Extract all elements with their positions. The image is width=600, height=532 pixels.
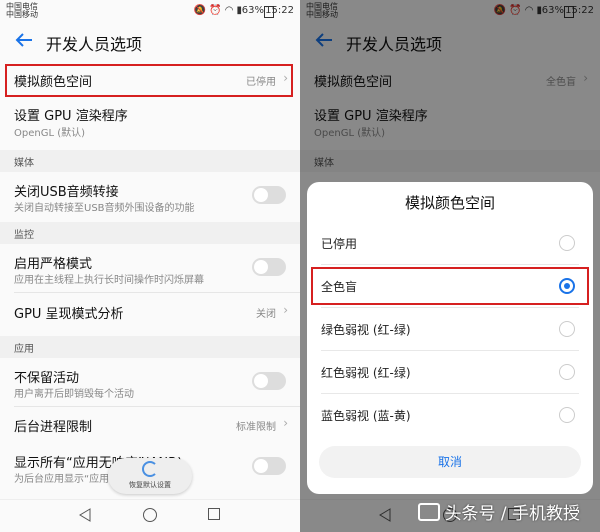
watermark-text: 头条号 / 手机教授	[444, 504, 580, 524]
setting-label: 关闭USB音频转接	[14, 185, 119, 200]
radio-icon[interactable]	[559, 321, 575, 337]
setting-label: GPU 呈现模式分析	[14, 307, 124, 322]
option-protanomaly[interactable]: 红色弱视 (红-绿)	[307, 351, 593, 393]
nav-home-icon[interactable]	[143, 508, 157, 522]
setting-value: 标准限制	[236, 422, 276, 433]
right-screen: 中国电信 中国移动 🔕 ⏰ ◠ ▮ 63% 15:22 开发人员选项 模拟颜色空…	[300, 0, 600, 532]
nav-bar	[0, 499, 300, 532]
setting-label: 后台进程限制	[14, 420, 93, 435]
toutiao-logo-icon	[418, 503, 441, 521]
refresh-icon	[142, 461, 158, 477]
highlight-box	[311, 267, 589, 305]
option-label: 已停用	[321, 237, 358, 251]
section-label: 媒体	[14, 158, 34, 169]
setting-gpu-renderer[interactable]: 设置 GPU 渲染程序 OpenGL (默认)	[0, 98, 300, 142]
divider	[14, 292, 300, 293]
setting-sub: 关闭自动转接至USB音频外围设备的功能	[14, 203, 195, 214]
option-tritanomaly[interactable]: 蓝色弱视 (蓝-黄)	[307, 394, 593, 436]
setting-sub: OpenGL (默认)	[14, 128, 86, 139]
page-title: 开发人员选项	[46, 35, 143, 54]
setting-gpu-profile[interactable]: GPU 呈现模式分析 关闭 ›	[0, 296, 300, 328]
radio-icon[interactable]	[559, 235, 575, 251]
restore-defaults-button[interactable]: 恢复默认设置	[108, 458, 192, 494]
setting-sub: 为后台应用显示“应用	[14, 474, 110, 485]
setting-bg-process-limit[interactable]: 后台进程限制 标准限制 ›	[0, 410, 300, 442]
option-disabled[interactable]: 已停用	[307, 222, 593, 264]
battery-percent: 63%	[241, 5, 264, 16]
option-label: 绿色弱视 (红-绿)	[321, 323, 411, 337]
cancel-button[interactable]: 取消	[319, 446, 581, 478]
anr-toggle[interactable]	[252, 457, 286, 475]
setting-value: 关闭	[256, 309, 276, 320]
setting-usb-audio[interactable]: 关闭USB音频转接 关闭自动转接至USB音频外围设备的功能	[0, 174, 300, 218]
wifi-icon: ◠	[224, 5, 234, 16]
status-bar: 中国电信 中国移动 🔕 ⏰ ◠ ▮ 63% 15:22	[0, 0, 300, 22]
usb-audio-toggle[interactable]	[252, 186, 286, 204]
section-apps: 应用	[0, 336, 300, 358]
radio-icon[interactable]	[559, 364, 575, 380]
option-label: 蓝色弱视 (蓝-黄)	[321, 409, 411, 423]
option-label: 红色弱视 (红-绿)	[321, 366, 411, 380]
highlight-box	[5, 64, 293, 97]
keep-activities-toggle[interactable]	[252, 372, 286, 390]
color-space-dialog: 模拟颜色空间 已停用 全色盲 绿色弱视 (红-绿) 红色弱视 (红-绿) 蓝色弱…	[307, 182, 593, 494]
carrier-info: 中国电信 中国移动	[6, 3, 38, 19]
section-monitor: 监控	[0, 222, 300, 244]
option-deuteranomaly[interactable]: 绿色弱视 (红-绿)	[307, 308, 593, 350]
setting-label: 不保留活动	[14, 371, 80, 386]
section-label: 应用	[14, 344, 34, 355]
carrier-2: 中国移动	[6, 10, 38, 19]
back-arrow-icon[interactable]	[12, 28, 36, 52]
section-media: 媒体	[0, 150, 300, 172]
left-screen: 中国电信 中国移动 🔕 ⏰ ◠ ▮ 63% 15:22 开发人员选项 模拟颜色空…	[0, 0, 300, 532]
app-bar: 开发人员选项	[0, 22, 300, 62]
radio-icon[interactable]	[559, 407, 575, 423]
clock: 15:22	[265, 5, 294, 16]
setting-sub: 用户离开后即销毁每个活动	[14, 389, 134, 400]
restore-label: 恢复默认设置	[129, 481, 171, 489]
setting-label: 启用严格模式	[14, 257, 93, 272]
status-icons: 🔕 ⏰ ◠ ▮	[194, 5, 242, 16]
divider	[14, 406, 300, 407]
setting-sub: 应用在主线程上执行长时间操作时闪烁屏幕	[14, 275, 204, 286]
section-label: 监控	[14, 230, 34, 241]
chevron-right-icon: ›	[283, 303, 288, 317]
chevron-right-icon: ›	[283, 416, 288, 430]
dialog-title: 模拟颜色空间	[404, 194, 495, 212]
nav-recents-icon[interactable]	[208, 508, 220, 520]
watermark: 头条号 / 手机教授	[418, 499, 580, 524]
setting-keep-activities[interactable]: 不保留活动 用户离开后即销毁每个活动	[0, 360, 300, 404]
nav-back-icon[interactable]	[78, 508, 92, 522]
setting-label: 设置 GPU 渲染程序	[14, 109, 128, 124]
setting-strict-mode[interactable]: 启用严格模式 应用在主线程上执行长时间操作时闪烁屏幕	[0, 246, 300, 290]
mute-icon: 🔕	[193, 5, 207, 16]
strict-mode-toggle[interactable]	[252, 258, 286, 276]
alarm-icon: ⏰	[209, 5, 222, 16]
